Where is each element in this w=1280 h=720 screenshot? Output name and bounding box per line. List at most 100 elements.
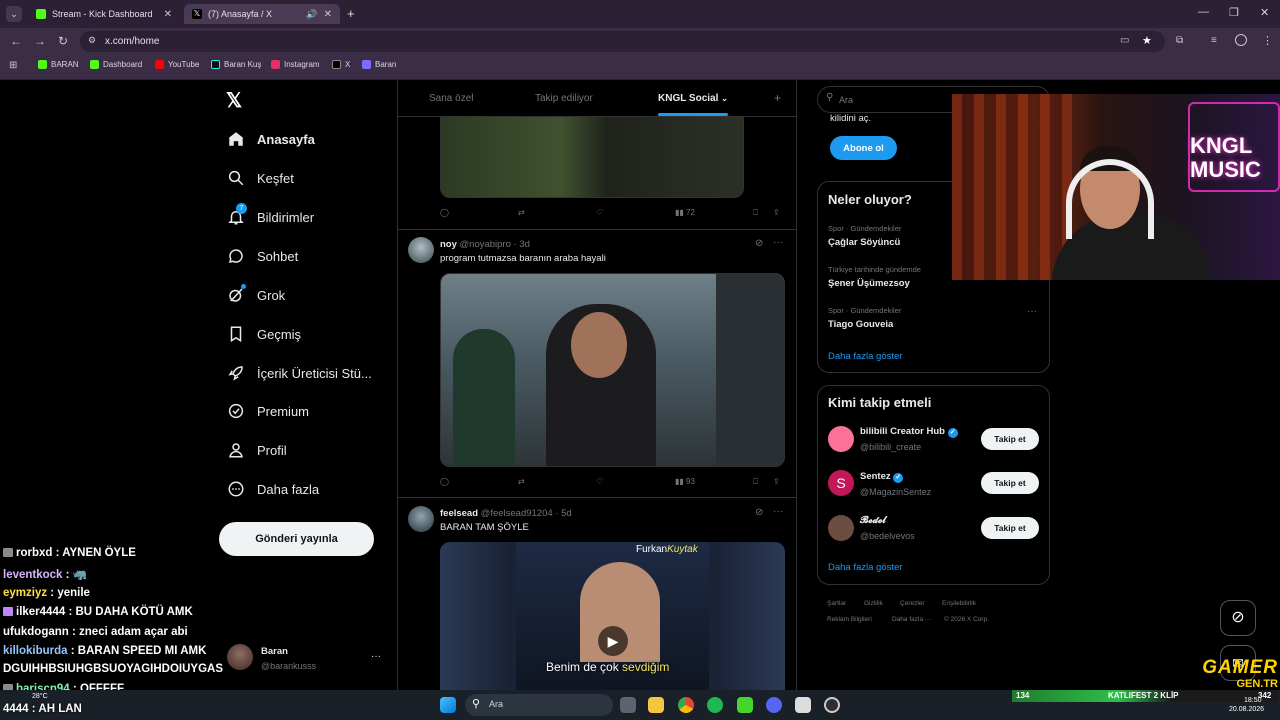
bookmark-icon[interactable]: ⎕ bbox=[753, 208, 758, 218]
chrome-icon[interactable] bbox=[678, 697, 694, 713]
post-avatar[interactable] bbox=[408, 237, 434, 263]
spotify-icon[interactable] bbox=[707, 697, 723, 713]
post-media-image[interactable] bbox=[440, 116, 744, 198]
minimize-icon[interactable]: — bbox=[1198, 6, 1209, 18]
post-more-icon[interactable]: ··· bbox=[773, 237, 783, 248]
site-info-icon[interactable]: ⚙ bbox=[88, 35, 96, 46]
url-field[interactable] bbox=[80, 31, 1165, 52]
close-tab-icon[interactable]: ✕ bbox=[324, 9, 332, 20]
suggestion-avatar[interactable] bbox=[828, 426, 854, 452]
nav-explore[interactable]: Keşfet bbox=[227, 169, 294, 187]
post-time[interactable]: 3d bbox=[519, 239, 530, 250]
follow-show-more[interactable]: Daha fazla göster bbox=[828, 562, 902, 573]
forward-icon[interactable]: → bbox=[34, 34, 46, 48]
footer-link[interactable]: Daha fazla ··· bbox=[892, 616, 931, 623]
tab-list-chevron-icon[interactable]: ⌄ bbox=[6, 6, 22, 22]
post-button[interactable]: Gönderi yayınla bbox=[219, 522, 374, 556]
follow-button[interactable]: Takip et bbox=[981, 472, 1039, 494]
clock-date[interactable]: 20.08.2026 bbox=[1229, 706, 1264, 713]
bookmark-icon[interactable]: ⎕ bbox=[753, 477, 758, 487]
task-view-icon[interactable] bbox=[620, 697, 636, 713]
razer-icon[interactable] bbox=[737, 697, 753, 713]
nav-home[interactable]: Anasayfa bbox=[227, 130, 315, 148]
tab-following[interactable]: Takip ediliyor bbox=[535, 93, 593, 104]
tab-for-you[interactable]: Sana özel bbox=[429, 93, 473, 104]
repost-icon[interactable]: ⇄ bbox=[518, 208, 525, 217]
nav-grok[interactable]: Grok bbox=[227, 284, 285, 304]
x-logo-icon[interactable]: 𝕏 bbox=[226, 88, 242, 113]
post-more-icon[interactable]: ··· bbox=[773, 506, 783, 517]
repost-icon[interactable]: ⇄ bbox=[518, 477, 525, 486]
star-icon[interactable]: ★ bbox=[1142, 34, 1152, 47]
bookmark-youtube[interactable]: YouTube bbox=[155, 60, 199, 69]
bookmark-x[interactable]: X bbox=[332, 60, 350, 69]
suggestion-avatar[interactable] bbox=[828, 515, 854, 541]
menu-icon[interactable]: ⋮ bbox=[1262, 34, 1273, 47]
bookmark-baran-kus[interactable]: Baran Kuş bbox=[211, 60, 261, 69]
tab-kick-dashboard[interactable]: Stream - Kick Dashboard ✕ bbox=[28, 4, 180, 24]
nav-premium[interactable]: Premium bbox=[227, 402, 309, 420]
tab-x-home[interactable]: 𝕏 (7) Anasayfa / X 🔊 ✕ bbox=[184, 4, 340, 24]
grok-float-button[interactable]: ⊘ bbox=[1220, 600, 1256, 636]
trend-name[interactable]: Tiago Gouveia bbox=[828, 319, 893, 330]
post-media-image[interactable] bbox=[440, 273, 785, 467]
taskbar-search[interactable] bbox=[465, 694, 613, 716]
bookmark-instagram[interactable]: Instagram bbox=[271, 60, 320, 69]
grok-icon[interactable]: ⊘ bbox=[755, 238, 763, 249]
footer-link[interactable]: Reklam Bilgileri bbox=[827, 616, 872, 623]
post-author[interactable]: noy bbox=[440, 239, 457, 250]
trends-show-more[interactable]: Daha fazla göster bbox=[828, 351, 902, 362]
share-icon[interactable]: ⇪ bbox=[773, 477, 780, 486]
suggestion-name[interactable]: 𝓑𝓮𝓭𝓮𝓵 bbox=[860, 515, 886, 526]
share-icon[interactable]: ⇪ bbox=[773, 208, 780, 217]
nav-more[interactable]: Daha fazla bbox=[227, 480, 319, 498]
obs-icon[interactable] bbox=[824, 697, 840, 713]
trend-name[interactable]: Şener Üşümezsoy bbox=[828, 278, 910, 289]
game-app-icon[interactable] bbox=[795, 697, 811, 713]
close-tab-icon[interactable]: ✕ bbox=[164, 9, 172, 20]
follow-button[interactable]: Takip et bbox=[981, 428, 1039, 450]
url-text[interactable]: x.com/home bbox=[105, 36, 159, 47]
bookmark-baran-2[interactable]: Baran bbox=[362, 60, 396, 69]
post-time[interactable]: 5d bbox=[561, 508, 572, 519]
subscribe-button[interactable]: Abone ol bbox=[830, 136, 897, 160]
nav-bookmarks[interactable]: Geçmiş bbox=[227, 325, 301, 343]
post-handle[interactable]: @feelsead91204 bbox=[481, 508, 553, 519]
footer-link[interactable]: Erişilebilirlik bbox=[942, 600, 976, 607]
tab-kngl-social[interactable]: KNGL Social ⌄ bbox=[658, 93, 728, 104]
trend-name[interactable]: Çağlar Söyüncü bbox=[828, 237, 900, 248]
cast-icon[interactable]: ▭ bbox=[1120, 35, 1129, 46]
weather-widget[interactable]: 28°C bbox=[32, 693, 48, 700]
post-author[interactable]: feelsead bbox=[440, 508, 478, 519]
post-video[interactable]: FurkanKuytak ▶ Benim de çok sevdiğim bbox=[440, 542, 785, 690]
account-more-icon[interactable]: ··· bbox=[371, 651, 381, 662]
extensions-icon[interactable]: ⧉ bbox=[1176, 35, 1183, 46]
post-avatar[interactable] bbox=[408, 506, 434, 532]
clock-time[interactable]: 18:50 bbox=[1244, 697, 1262, 704]
suggestion-name[interactable]: Sentez ✓ bbox=[860, 471, 904, 483]
add-list-icon[interactable]: + bbox=[774, 91, 781, 105]
nav-chat[interactable]: Sohbet bbox=[227, 247, 298, 265]
reply-icon[interactable]: ◯ bbox=[440, 477, 449, 486]
windows-start-icon[interactable] bbox=[440, 697, 456, 713]
reply-icon[interactable]: ◯ bbox=[440, 208, 449, 217]
profile-icon[interactable] bbox=[1235, 34, 1247, 46]
trend-more-icon[interactable]: ··· bbox=[1027, 306, 1037, 317]
bookmark-baran[interactable]: BARAN bbox=[38, 60, 79, 69]
back-icon[interactable]: ← bbox=[10, 34, 22, 48]
footer-link[interactable]: Şartlar bbox=[827, 600, 846, 607]
like-icon[interactable]: ♡ bbox=[596, 208, 603, 217]
footer-link[interactable]: Gizlilik bbox=[864, 600, 883, 607]
apps-grid-icon[interactable]: ⊞ bbox=[9, 60, 17, 71]
play-icon[interactable]: ▶ bbox=[598, 626, 628, 656]
follow-button[interactable]: Takip et bbox=[981, 517, 1039, 539]
bookmark-dashboard[interactable]: Dashboard bbox=[90, 60, 142, 69]
like-icon[interactable]: ♡ bbox=[596, 477, 603, 486]
file-explorer-icon[interactable] bbox=[648, 697, 664, 713]
new-tab-button[interactable]: + bbox=[347, 6, 355, 21]
views-icon[interactable]: ▮▮ 93 bbox=[675, 477, 695, 486]
suggestion-avatar[interactable]: S bbox=[828, 470, 854, 496]
reload-icon[interactable]: ↻ bbox=[58, 34, 68, 48]
footer-link[interactable]: Çerezler bbox=[900, 600, 925, 607]
media-icon[interactable]: ≡ bbox=[1211, 35, 1217, 46]
